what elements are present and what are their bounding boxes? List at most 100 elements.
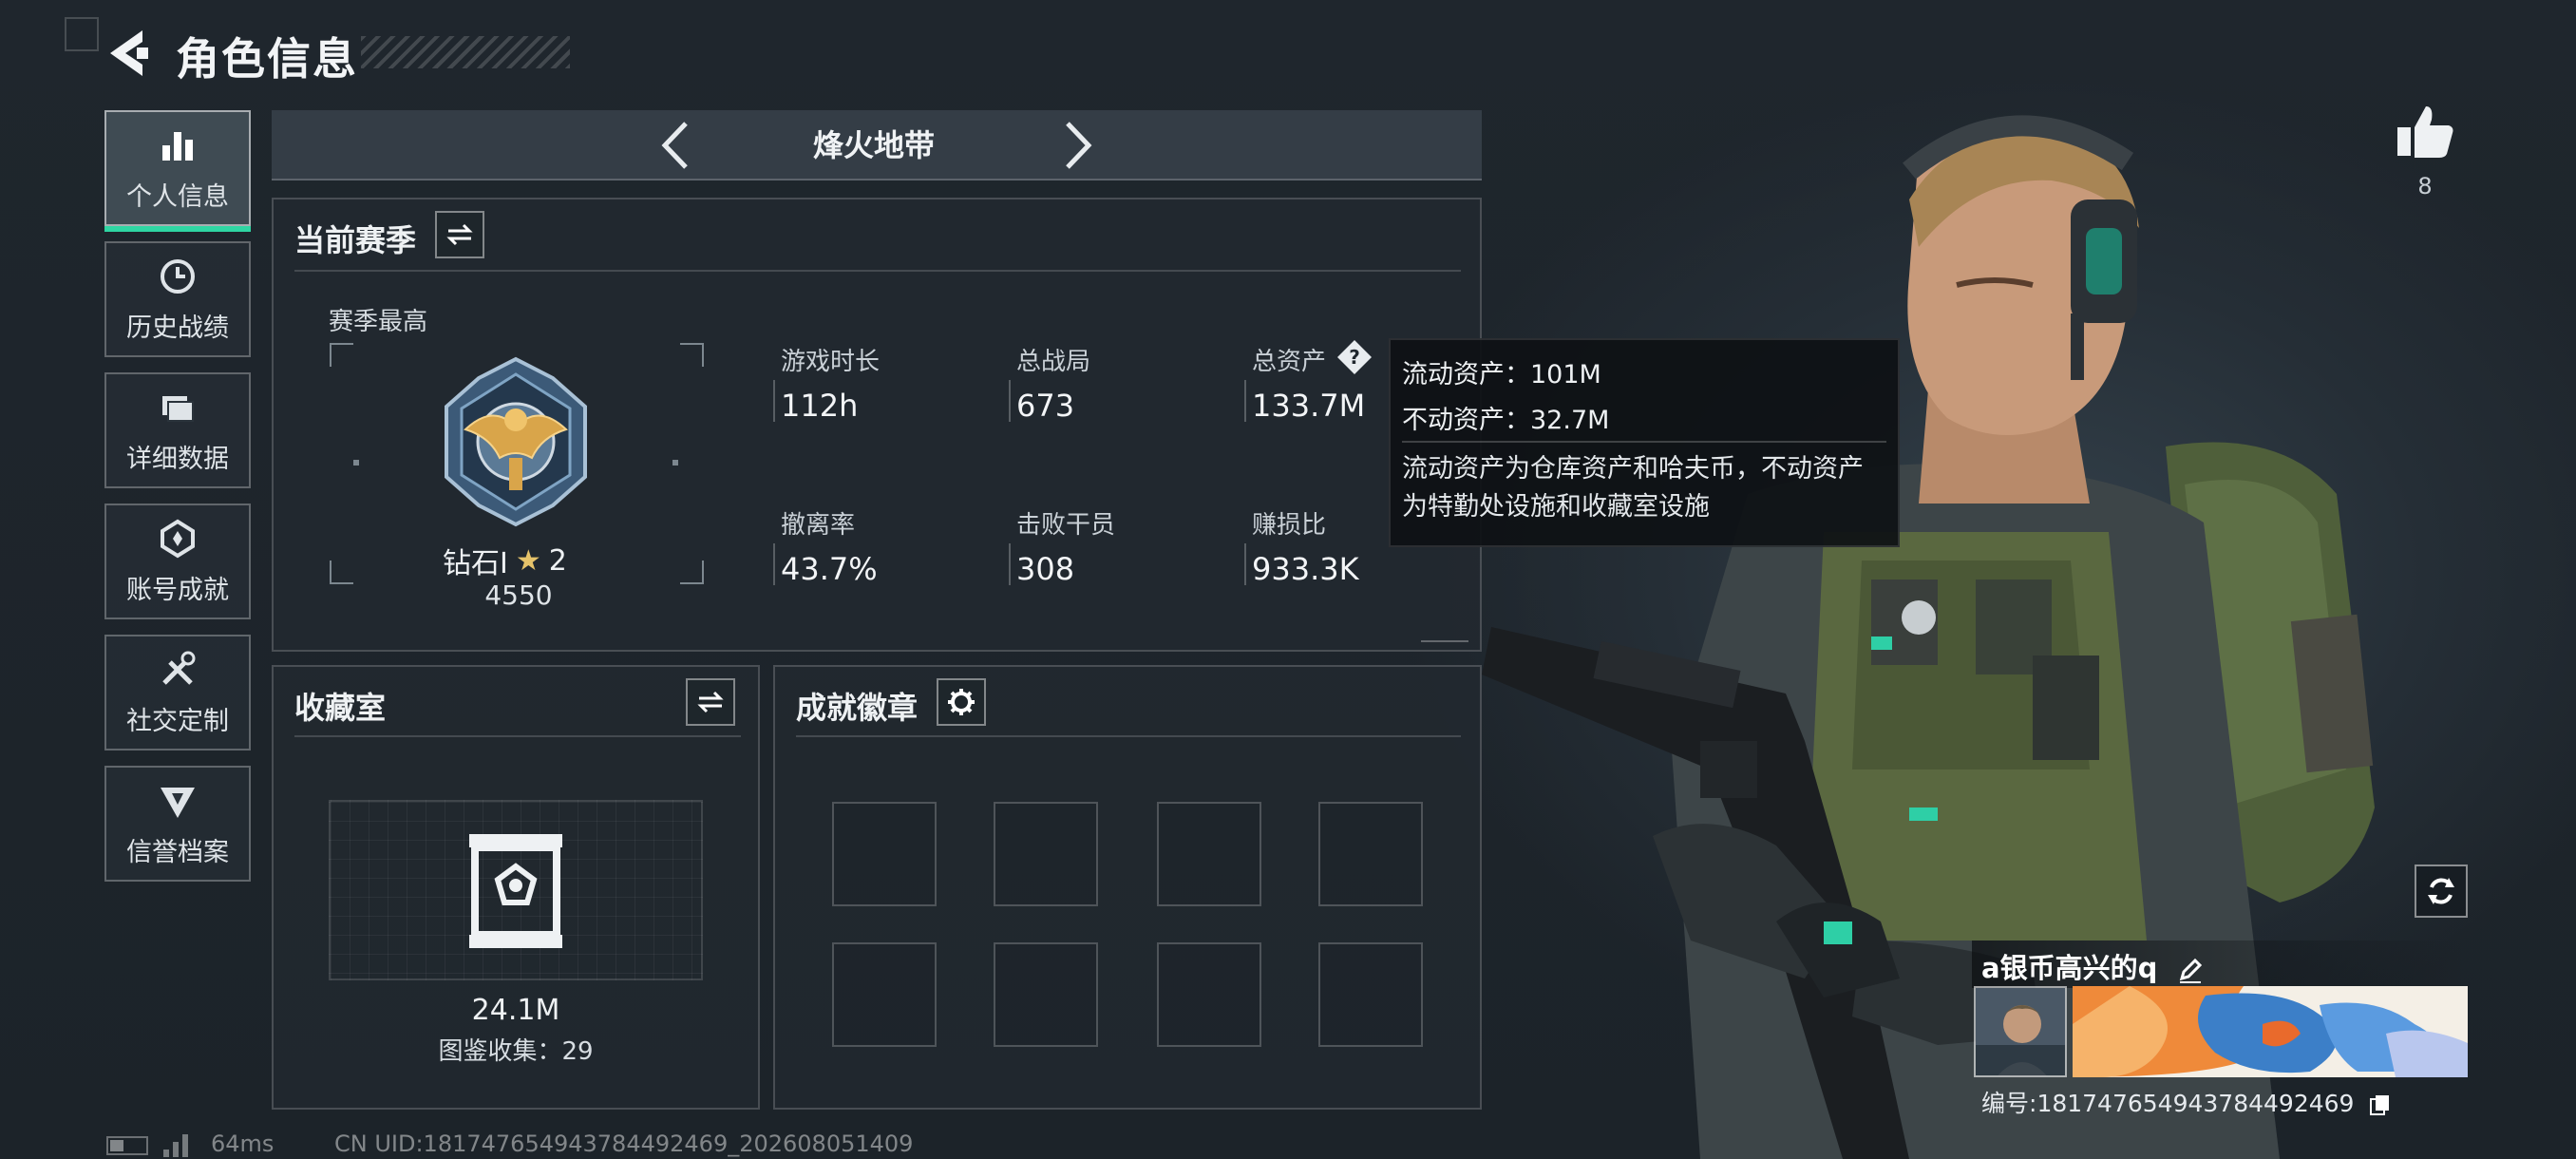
collection-title: 收藏室: [294, 690, 387, 726]
battery-icon: [106, 1136, 148, 1155]
divider: [796, 735, 1461, 737]
bar-chart-icon: [162, 132, 193, 161]
collection-count-value: 29: [561, 1037, 594, 1066]
stat-divider: [1244, 380, 1246, 422]
uid-text: CN UID:18174765494378449​2469_2026080514…: [334, 1130, 914, 1157]
sidebar-item-label: 社交定制: [126, 707, 229, 736]
avatar-portrait-icon: [1976, 988, 2065, 1075]
liquid-assets-value: 101M: [1530, 360, 1601, 390]
liquid-assets-line: 流动资产：101M: [1402, 353, 1601, 390]
refresh-button[interactable]: [2415, 864, 2468, 918]
corner-decoration: [65, 17, 99, 51]
stat-label-total-matches: 总战局: [1016, 348, 1091, 376]
profile-banner[interactable]: [2073, 986, 2468, 1077]
stat-value-total-matches: 673: [1016, 388, 1075, 424]
badge-slot[interactable]: [1157, 802, 1261, 906]
refresh-icon: [2428, 878, 2454, 904]
collection-switch-button[interactable]: [686, 678, 735, 726]
swap-icon: [697, 691, 724, 713]
stat-divider: [1009, 380, 1011, 422]
stat-label-playtime: 游戏时长: [781, 348, 881, 376]
stat-value-profit-loss: 933.3K: [1252, 551, 1359, 587]
star-icon: ★: [515, 543, 541, 578]
next-mode-arrow-icon[interactable]: [1051, 118, 1102, 173]
fixed-assets-label: 不动资产：: [1402, 406, 1530, 435]
rank-name: 钻石Ⅰ: [443, 547, 508, 580]
collection-count-line: 图鉴收集：29: [329, 1032, 703, 1067]
gear-icon: [948, 689, 975, 715]
avatar[interactable]: [1974, 986, 2067, 1077]
season-title: 当前赛季: [294, 222, 417, 258]
diamond-rank-emblem-icon: [445, 356, 587, 527]
liquid-assets-label: 流动资产：: [1402, 360, 1530, 390]
sidebar-item-detailed-data[interactable]: 详细数据: [104, 372, 251, 488]
stat-divider: [1009, 543, 1011, 585]
collection-room-icon: [469, 834, 562, 948]
badge-slot[interactable]: [994, 802, 1098, 906]
badges-title: 成就徽章: [796, 690, 919, 726]
ping-text: 64ms: [211, 1130, 275, 1157]
collection-value: 24.1M: [471, 994, 560, 1027]
sidebar-item-achievements[interactable]: 账号成就: [104, 504, 251, 619]
stat-divider: [1244, 543, 1246, 585]
stat-divider: [773, 543, 775, 585]
divider: [294, 270, 1461, 272]
back-arrow-icon[interactable]: [104, 27, 152, 80]
stat-divider: [773, 380, 775, 422]
copy-icon[interactable]: [2369, 1093, 2392, 1116]
signal-icon: [163, 1134, 188, 1157]
stat-value-extraction-rate: 43.7%: [781, 551, 878, 587]
medal-icon: [161, 519, 195, 559]
sidebar-item-label: 历史战绩: [126, 314, 229, 343]
sidebar-item-label: 详细数据: [126, 445, 229, 474]
player-name: a银币高兴的q: [1981, 946, 2205, 986]
season-switch-button[interactable]: [435, 211, 484, 258]
rank-stars: 2: [548, 543, 567, 578]
likes-count: 8: [2417, 173, 2433, 200]
stat-value-total-assets: 133.7M: [1252, 388, 1366, 424]
stat-label-total-assets: 总资产: [1252, 348, 1327, 376]
player-id: 编号:18174765494378449​2469: [1981, 1085, 2392, 1119]
assets-tooltip: 流动资产：101M 不动资产：32.7M 流动资产为仓库资产和哈夫币，不动资产 …: [1389, 338, 1900, 547]
mode-title: 烽火地带: [812, 127, 935, 163]
season-best-label: 赛季最高: [329, 308, 428, 336]
help-question-icon[interactable]: ?: [1335, 338, 1373, 376]
thumbs-up-icon[interactable]: [2394, 103, 2456, 160]
title-decoration: [361, 36, 570, 68]
badges-settings-button[interactable]: [937, 678, 986, 726]
badge-slot[interactable]: [994, 942, 1098, 1047]
sidebar-item-social-custom[interactable]: 社交定制: [104, 635, 251, 750]
swap-icon: [446, 223, 473, 246]
prev-mode-arrow-icon[interactable]: [652, 118, 703, 173]
sidebar-item-credit-record[interactable]: 信誉档案: [104, 766, 251, 882]
stat-label-extraction-rate: 撤离率: [781, 511, 856, 540]
sidebar-item-personal-info[interactable]: 个人信息: [104, 110, 251, 232]
edit-pencil-icon[interactable]: [2176, 956, 2205, 984]
tooltip-desc-line1: 流动资产为仓库资产和哈夫币，不动资产: [1402, 454, 1864, 484]
stat-value-playtime: 112h: [781, 388, 859, 424]
clock-icon: [161, 259, 195, 294]
badge-slot[interactable]: [832, 802, 937, 906]
fixed-assets-value: 32.7M: [1530, 406, 1610, 435]
divider: [294, 735, 741, 737]
stat-label-operators-defeated: 击败干员: [1016, 511, 1116, 540]
collection-count-label: 图鉴收集：: [438, 1037, 562, 1066]
panel-corner-mark: [1421, 631, 1468, 642]
badge-slot[interactable]: [1318, 942, 1423, 1047]
sidebar-item-label: 账号成就: [126, 576, 229, 605]
sidebar-item-history[interactable]: 历史战绩: [104, 241, 251, 357]
svg-text:?: ?: [1349, 346, 1360, 369]
page-title: 角色信息: [176, 33, 358, 85]
badge-slot[interactable]: [832, 942, 937, 1047]
badge-slot[interactable]: [1318, 802, 1423, 906]
tooltip-desc-line2: 为特勤处设施和收藏室设施: [1402, 492, 1710, 522]
rank-line: 钻石Ⅰ ★ 2: [443, 540, 595, 581]
rank-points: 4550: [484, 580, 553, 611]
stat-value-operators-defeated: 308: [1016, 551, 1075, 587]
credit-badge-icon: [161, 788, 195, 818]
badge-slot[interactable]: [1157, 942, 1261, 1047]
folder-icon: [162, 396, 194, 422]
banner-art: [2073, 986, 2468, 1077]
player-id-label: 编号:: [1981, 1090, 2037, 1117]
sidebar-item-label: 个人信息: [126, 182, 229, 212]
